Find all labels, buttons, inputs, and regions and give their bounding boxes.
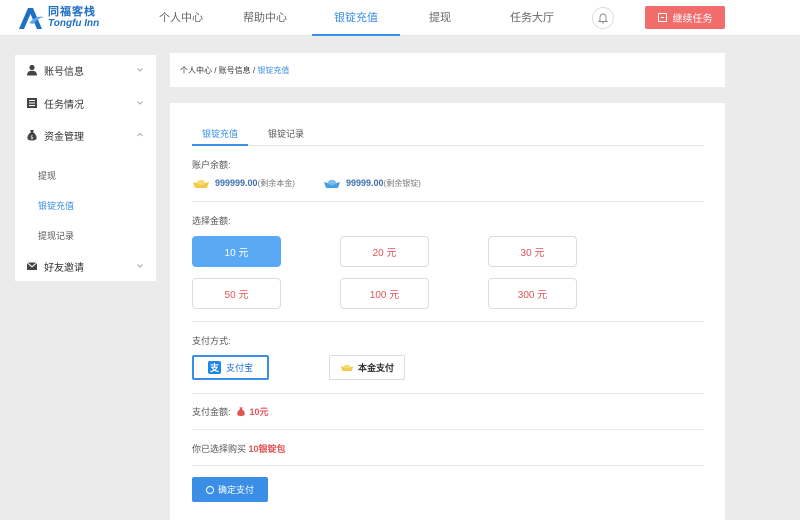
payment-principal-label: 本金支付 [357, 363, 394, 373]
logo-en-text: Tongfu Inn [48, 18, 100, 29]
money-bag-icon [236, 407, 245, 417]
chosen-summary: 你已选择购买 10银锭包 [192, 442, 286, 455]
sidebar-item-label: 任务情况 [44, 99, 84, 111]
sidebar-item-task-status[interactable]: 任务情况 [15, 88, 156, 118]
nav-help-center[interactable]: 帮助中心 [226, 0, 304, 36]
breadcrumb-personal-center[interactable]: 个人中心 [180, 65, 212, 76]
sidebar: 账号信息 任务情况 $ 资金管理 提现 银锭充值 提现记录 好友邀请 [15, 55, 156, 281]
notification-bell-button[interactable] [592, 7, 614, 29]
ingot-balance-value: 99999.00 [346, 178, 384, 188]
sidebar-subitem-ingot-recharge[interactable]: 银锭充值 [38, 199, 74, 212]
sidebar-subitem-withdraw[interactable]: 提现 [38, 169, 56, 182]
amount-option-20[interactable]: 20 元 [340, 236, 429, 267]
tab-ingot-history[interactable]: 银锭记录 [258, 122, 314, 146]
amount-option-50[interactable]: 50 元 [192, 278, 281, 309]
pay-amount-value: 10元 [249, 407, 269, 417]
nav-personal-center[interactable]: 个人中心 [142, 0, 220, 36]
list-icon [27, 98, 37, 108]
check-circle-icon [205, 485, 214, 494]
pay-amount-label: 支付金额: [192, 407, 231, 417]
amount-option-10[interactable]: 10 元 [192, 236, 281, 267]
divider [192, 321, 704, 322]
chevron-down-icon [137, 101, 143, 105]
chevron-down-icon [137, 264, 143, 268]
sidebar-item-fund-management[interactable]: $ 资金管理 [15, 120, 156, 150]
payment-principal-button[interactable]: 本金支付 [329, 355, 405, 380]
nav-ingot-recharge[interactable]: 银锭充值 [312, 0, 400, 36]
chevron-up-icon [137, 132, 143, 137]
confirm-payment-button[interactable]: 确定支付 [192, 477, 268, 502]
user-icon [27, 64, 37, 76]
task-icon [657, 13, 667, 22]
breadcrumb-account-info[interactable]: 账号信息 [219, 65, 251, 76]
top-header: 同福客栈 Tongfu Inn 个人中心 帮助中心 银锭充值 提现 任务大厅 继… [0, 0, 800, 36]
svg-text:$: $ [30, 135, 33, 141]
logo[interactable]: 同福客栈 Tongfu Inn [16, 5, 99, 31]
recharge-panel: 银锭充值 银锭记录 账户余额: 999999.00 (剩余本金) 99999.0… [170, 103, 725, 520]
balance-label: 账户余额: [192, 160, 231, 170]
sidebar-item-label: 资金管理 [44, 131, 84, 143]
sidebar-item-label: 账号信息 [44, 66, 84, 78]
chosen-prefix: 你已选择购买 [192, 444, 249, 454]
mail-icon [26, 262, 38, 270]
sidebar-item-label: 好友邀请 [44, 262, 84, 274]
payment-alipay-button[interactable]: 支 支付宝 [192, 355, 269, 380]
divider [192, 393, 704, 394]
ingot-balance: 99999.00 (剩余银锭) [323, 176, 421, 190]
continue-task-button[interactable]: 继续任务 [645, 6, 725, 29]
gold-ingot-icon [340, 364, 354, 371]
ingot-balance-note: (剩余银锭) [383, 178, 421, 188]
logo-cn-text: 同福客栈 [48, 6, 96, 18]
pay-amount-row: 支付金额: 10元 [192, 405, 269, 418]
logo-icon [19, 8, 44, 29]
alipay-icon: 支 [207, 361, 221, 374]
money-bag-icon: $ [27, 130, 37, 141]
sidebar-item-invite-friends[interactable]: 好友邀请 [15, 251, 156, 281]
tab-bar: 银锭充值 银锭记录 [192, 122, 704, 146]
sidebar-item-account-info[interactable]: 账号信息 [15, 55, 156, 85]
chosen-value: 10银锭包 [248, 444, 286, 454]
principal-balance-value: 999999.00 [215, 178, 258, 188]
bell-icon [598, 13, 608, 23]
confirm-payment-label: 确定支付 [217, 485, 254, 495]
amount-option-30[interactable]: 30 元 [488, 236, 577, 267]
principal-balance: 999999.00 (剩余本金) [192, 176, 295, 190]
divider [192, 465, 704, 466]
breadcrumb-separator: / [250, 65, 258, 75]
nav-task-hall[interactable]: 任务大厅 [492, 0, 572, 36]
sidebar-subitem-withdraw-history[interactable]: 提现记录 [38, 229, 74, 242]
divider [192, 201, 704, 202]
payment-method-label: 支付方式: [192, 336, 231, 346]
payment-alipay-label: 支付宝 [225, 363, 253, 373]
divider [192, 429, 704, 430]
amount-option-300[interactable]: 300 元 [488, 278, 577, 309]
amount-option-100[interactable]: 100 元 [340, 278, 429, 309]
breadcrumb-current: 银锭充值 [257, 65, 290, 75]
nav-withdraw[interactable]: 提现 [405, 0, 475, 36]
breadcrumb: 个人中心 / 账号信息 / 银锭充值 [170, 53, 725, 87]
silver-ingot-icon [324, 179, 340, 188]
chevron-down-icon [137, 68, 143, 72]
principal-balance-note: (剩余本金) [257, 178, 295, 188]
breadcrumb-separator: / [212, 65, 219, 75]
gold-ingot-icon [193, 179, 209, 188]
tab-ingot-recharge[interactable]: 银锭充值 [192, 122, 248, 146]
continue-task-label: 继续任务 [672, 14, 713, 25]
amount-label: 选择金额: [192, 216, 231, 226]
